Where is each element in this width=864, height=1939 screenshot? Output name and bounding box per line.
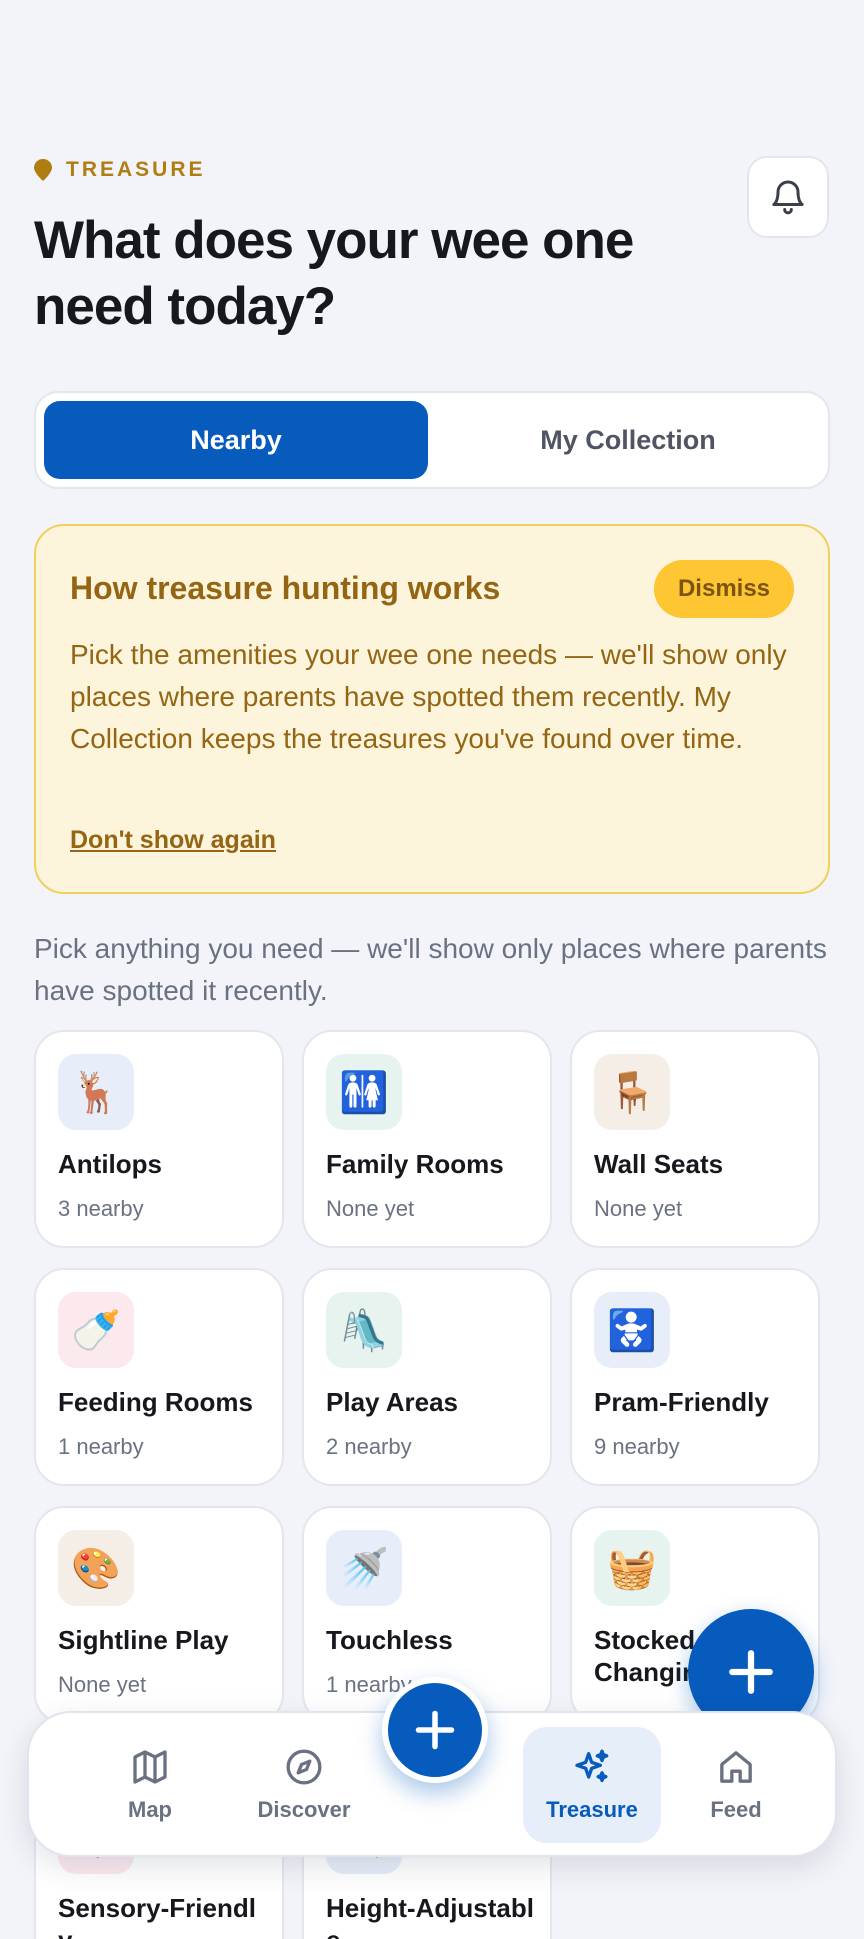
view-toggle: Nearby My Collection: [34, 391, 830, 489]
palette-icon: 🎨: [58, 1530, 134, 1606]
slide-icon: 🛝: [326, 1292, 402, 1368]
picker-hint: Pick anything you need — we'll show only…: [34, 933, 827, 1006]
treasure-screen: TREASURE What does your wee one need tod…: [0, 0, 864, 1939]
nav-item-treasure[interactable]: Treasure: [523, 1727, 661, 1843]
home-icon: [720, 1751, 752, 1783]
amenity-count: None yet: [594, 1196, 683, 1221]
amenity-name: Height-Adjustable: [326, 1893, 534, 1939]
bell-icon: [772, 180, 804, 215]
map-icon: [133, 1750, 167, 1784]
amenity-count: 2 nearby: [326, 1434, 412, 1459]
tab-my-collection[interactable]: My Collection: [436, 401, 820, 479]
nav-item-map[interactable]: Map: [81, 1727, 219, 1843]
amenity-name: Sightline Play: [58, 1625, 229, 1655]
basket-icon: 🧺: [594, 1530, 670, 1606]
tab-nearby[interactable]: Nearby: [44, 401, 428, 479]
section-eyebrow: TREASURE: [34, 158, 206, 182]
nav-label: Discover: [257, 1797, 351, 1822]
baby-symbol-icon: 🚼: [594, 1292, 670, 1368]
eyebrow-label: TREASURE: [66, 158, 206, 181]
nav-item-discover[interactable]: Discover: [235, 1727, 373, 1843]
sparkles-icon: [575, 1749, 609, 1783]
amenity-name: Wall Seats: [594, 1149, 724, 1179]
amenity-count: None yet: [326, 1196, 415, 1221]
nav-add-button[interactable]: [382, 1677, 488, 1783]
amenity-tile-sightline-play[interactable]: 🎨 Sightline Play None yet: [34, 1506, 284, 1724]
nav-label: Treasure: [546, 1797, 638, 1822]
amenity-count: None yet: [58, 1672, 147, 1697]
amenity-tile-play-areas[interactable]: 🛝 Play Areas 2 nearby: [302, 1268, 552, 1486]
restroom-icon: 🚻: [326, 1054, 402, 1130]
nav-label: Feed: [710, 1797, 762, 1822]
deer-icon: 🦌: [58, 1054, 134, 1130]
baby-bottle-icon: 🍼: [58, 1292, 134, 1368]
amenity-count: 9 nearby: [594, 1434, 680, 1459]
notifications-button[interactable]: [747, 156, 829, 238]
plus-icon: [729, 1650, 773, 1694]
amenity-tile-family-rooms[interactable]: 🚻 Family Rooms None yet: [302, 1030, 552, 1248]
amenity-tile-wall-seats[interactable]: 🪑 Wall Seats None yet: [570, 1030, 820, 1248]
compass-icon: [286, 1749, 322, 1785]
chair-icon: 🪑: [594, 1054, 670, 1130]
dont-show-again-link[interactable]: Don't show again: [70, 826, 276, 855]
amenity-name: Play Areas: [326, 1387, 459, 1417]
how-it-works-card: How treasure hunting works Dismiss Pick …: [34, 524, 830, 894]
amenity-name: Pram-Friendly: [594, 1387, 769, 1417]
dismiss-button[interactable]: Dismiss: [654, 560, 794, 618]
info-card-body: Pick the amenities your wee one needs — …: [70, 639, 787, 754]
shower-icon: 🚿: [326, 1530, 402, 1606]
location-pin-icon: [34, 159, 52, 181]
amenity-tile-antilops[interactable]: 🦌 Antilops 3 nearby: [34, 1030, 284, 1248]
amenity-name: Touchless: [326, 1625, 453, 1655]
amenity-tile-feeding-rooms[interactable]: 🍼 Feeding Rooms 1 nearby: [34, 1268, 284, 1486]
amenity-name: Sensory-Friendly: [58, 1893, 256, 1939]
amenity-count: 1 nearby: [58, 1434, 144, 1459]
info-card-title: How treasure hunting works: [70, 570, 501, 606]
plus-icon: [415, 1710, 455, 1750]
page-title: What does your wee one need today?: [34, 211, 634, 336]
amenity-name: Family Rooms: [326, 1149, 504, 1179]
amenity-tile-pram-friendly[interactable]: 🚼 Pram-Friendly 9 nearby: [570, 1268, 820, 1486]
nav-item-feed[interactable]: Feed: [667, 1727, 805, 1843]
bottom-nav: Map Discover Treasure Feed: [27, 1677, 837, 1857]
amenity-count: 3 nearby: [58, 1196, 144, 1221]
amenity-name: Antilops: [58, 1149, 162, 1179]
amenity-name: Feeding Rooms: [58, 1387, 254, 1417]
nav-label: Map: [128, 1797, 172, 1822]
